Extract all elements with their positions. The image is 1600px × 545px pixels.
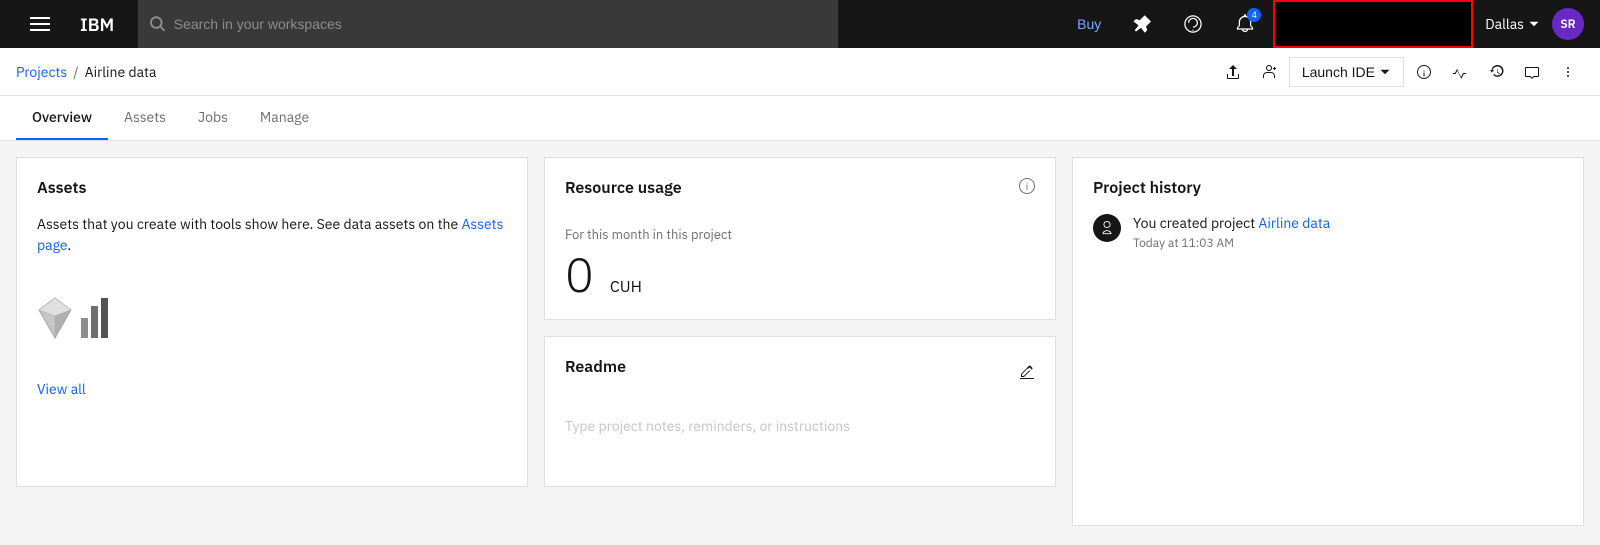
resource-value-display: 0 CUH (565, 251, 1035, 299)
overflow-icon (1560, 64, 1576, 80)
history-icon (1488, 64, 1504, 80)
history-button[interactable] (1480, 56, 1512, 88)
resource-value: 0 (565, 251, 594, 299)
readme-card-title: Readme (565, 357, 626, 377)
chat-button[interactable] (1516, 56, 1548, 88)
tab-overview[interactable]: Overview (16, 96, 108, 140)
middle-column: Resource usage i For this month in this … (544, 157, 1056, 487)
search-input[interactable] (174, 16, 827, 32)
history-entry-body: You created project Airline data Today a… (1133, 214, 1330, 251)
chat-icon (1524, 64, 1540, 80)
history-entry: You created project Airline data Today a… (1093, 214, 1563, 251)
chevron-down-icon (1528, 18, 1540, 30)
asset-illustration (37, 280, 507, 356)
avatar[interactable]: SR (1552, 8, 1584, 40)
breadcrumb: Projects / Airline data (16, 63, 156, 81)
tab-manage[interactable]: Manage (244, 96, 325, 140)
add-user-icon (1261, 64, 1277, 80)
main-content: Assets Assets that you create with tools… (0, 141, 1600, 542)
tab-assets[interactable]: Assets (108, 96, 182, 140)
readme-card: Readme Type project notes, reminders, or… (544, 336, 1056, 487)
notification-icon-button[interactable]: 4 (1221, 0, 1269, 48)
assets-description: Assets that you create with tools show h… (37, 214, 507, 256)
bar-chart-icon (81, 298, 109, 338)
breadcrumb-current: Airline data (85, 63, 157, 81)
pin-icon-button[interactable] (1117, 0, 1165, 48)
info-icon (1416, 64, 1432, 80)
launch-ide-button[interactable]: Launch IDE (1289, 57, 1404, 87)
breadcrumb-separator: / (73, 63, 78, 81)
assets-page-link[interactable]: Assets page (37, 215, 503, 254)
pin-icon (1131, 14, 1151, 34)
search-bar[interactable] (138, 0, 838, 48)
history-timestamp: Today at 11:03 AM (1133, 236, 1330, 251)
projects-breadcrumb-link[interactable]: Projects (16, 63, 67, 81)
diamond-icon (37, 296, 73, 340)
readme-placeholder: Type project notes, reminders, or instru… (565, 409, 1035, 443)
history-text: You created project Airline data (1133, 214, 1330, 234)
ibm-logo: IBM (80, 13, 114, 36)
resource-card-title: Resource usage (565, 178, 682, 198)
search-icon (150, 16, 165, 32)
view-all-link[interactable]: View all (37, 380, 86, 398)
highlighted-search-box (1273, 0, 1473, 48)
menu-button[interactable] (16, 0, 64, 48)
readme-header: Readme (565, 357, 1035, 393)
history-card-title: Project history (1093, 178, 1563, 198)
history-user-avatar (1093, 214, 1121, 242)
nav-right-actions: Buy 4 Dallas SR (1065, 0, 1584, 48)
history-project-link[interactable]: Airline data (1258, 214, 1330, 232)
notification-badge: 4 (1247, 8, 1261, 22)
resource-subtitle: For this month in this project (565, 226, 1035, 243)
add-collaborator-button[interactable] (1253, 56, 1285, 88)
upload-icon (1225, 64, 1241, 80)
sub-nav-actions: Launch IDE (1217, 56, 1584, 88)
help-icon-button[interactable] (1169, 0, 1217, 48)
assets-card: Assets Assets that you create with tools… (16, 157, 528, 487)
help-icon (1183, 14, 1203, 34)
user-icon (1100, 221, 1114, 235)
sub-nav: Projects / Airline data Launch IDE (0, 48, 1600, 96)
buy-button[interactable]: Buy (1065, 0, 1113, 48)
resource-header: Resource usage i (565, 178, 1035, 214)
info-button[interactable] (1408, 56, 1440, 88)
chevron-down-icon (1379, 66, 1391, 78)
activity-icon (1452, 64, 1468, 80)
tab-jobs[interactable]: Jobs (182, 96, 244, 140)
edit-icon (1019, 365, 1035, 381)
top-nav: IBM Buy 4 Dallas (0, 0, 1600, 48)
project-history-card: Project history You created project Airl… (1072, 157, 1584, 526)
resource-info-icon[interactable]: i (1019, 178, 1035, 194)
resource-unit: CUH (610, 277, 642, 297)
more-options-button[interactable] (1552, 56, 1584, 88)
upload-button[interactable] (1217, 56, 1249, 88)
readme-edit-button[interactable] (1019, 365, 1035, 386)
resource-usage-card: Resource usage i For this month in this … (544, 157, 1056, 320)
activity-button[interactable] (1444, 56, 1476, 88)
assets-card-title: Assets (37, 178, 507, 198)
region-selector[interactable]: Dallas (1477, 0, 1548, 48)
tabs-bar: Overview Assets Jobs Manage (0, 96, 1600, 141)
